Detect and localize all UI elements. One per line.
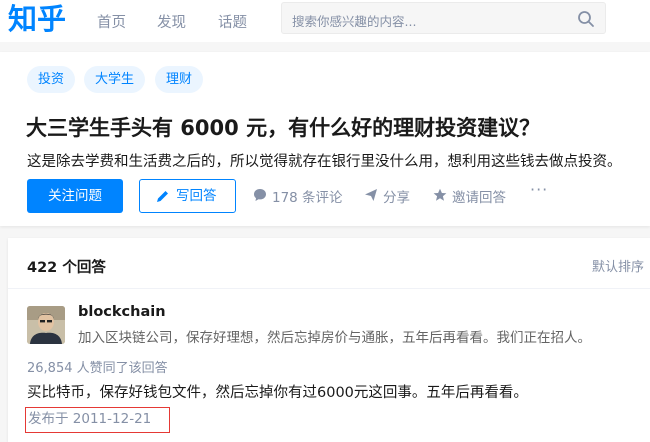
write-answer-button[interactable]: 写回答: [139, 179, 236, 213]
publish-date[interactable]: 发布于 2011-12-21: [25, 407, 170, 433]
question-title: 大三学生手头有 6000 元，有什么好的理财投资建议？: [26, 116, 541, 140]
more-options-icon[interactable]: ···: [530, 180, 548, 199]
write-answer-label: 写回答: [176, 188, 217, 204]
avatar-photo-icon: [27, 306, 65, 344]
top-bar: 知乎 首页 发现 话题 搜索你感兴趣的内容...: [0, 0, 650, 42]
divider: [8, 288, 650, 289]
nav-topics[interactable]: 话题: [218, 11, 247, 32]
nav-home[interactable]: 首页: [97, 11, 126, 32]
answer-author[interactable]: blockchain: [78, 304, 166, 320]
comment-icon: [254, 189, 266, 201]
search-icon[interactable]: [577, 10, 595, 28]
comments-label: 178 条评论: [272, 190, 343, 206]
follow-question-button[interactable]: 关注问题: [27, 179, 123, 213]
topic-tag-investment[interactable]: 投资: [27, 66, 76, 93]
nav-discover[interactable]: 发现: [157, 11, 186, 32]
search-input[interactable]: 搜索你感兴趣的内容...: [281, 2, 606, 34]
zhihu-logo[interactable]: 知乎: [8, 0, 66, 38]
topic-tag-college-student[interactable]: 大学生: [84, 66, 146, 93]
sort-dropdown[interactable]: 默认排序: [592, 256, 644, 275]
star-icon: [433, 188, 447, 201]
author-headline: 加入区块链公司，保存好理想，然后忘掉房价与通胀，五年后再看看。我们正在招人。: [78, 330, 591, 346]
share-label: 分享: [383, 190, 410, 206]
search-placeholder: 搜索你感兴趣的内容...: [292, 14, 417, 29]
question-card: 投资 大学生 理财 大三学生手头有 6000 元，有什么好的理财投资建议？ 这是…: [0, 52, 650, 226]
question-description: 这是除去学费和生活费之后的，所以觉得就存在银行里没什么用，想利用这些钱去做点投资…: [27, 154, 622, 170]
answer-count: 422 个回答: [27, 260, 106, 276]
invite-answer-label: 邀请回答: [452, 190, 506, 206]
share-icon: [365, 189, 377, 201]
answer-content: 买比特币，保存好钱包文件，然后忘掉你有过6000元这回事。五年后再看看。: [27, 385, 528, 401]
topic-tag-finance[interactable]: 理财: [155, 66, 204, 93]
avatar[interactable]: [27, 306, 65, 344]
pencil-icon: [157, 191, 168, 202]
vote-count: 26,854 人赞同了该回答: [27, 361, 168, 376]
answers-card: 422 个回答 默认排序 blockchain 加入区块链公司，保存好理想，然后…: [8, 238, 650, 442]
